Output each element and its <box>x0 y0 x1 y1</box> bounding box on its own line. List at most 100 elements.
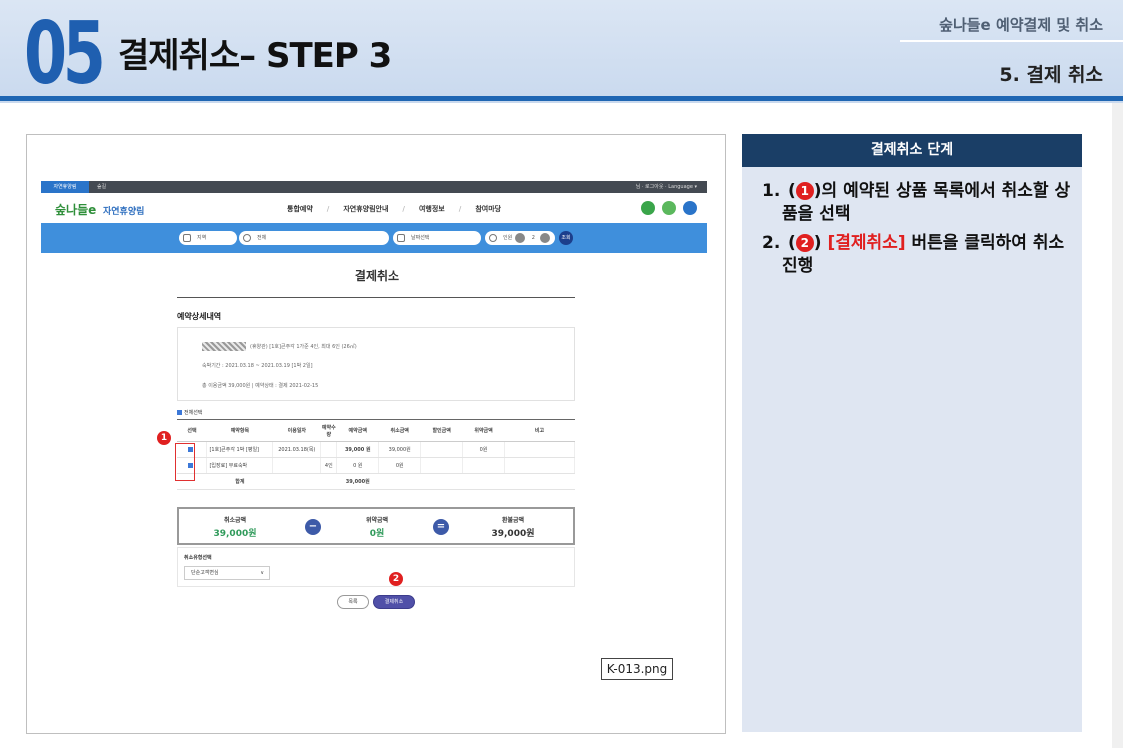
panel-title: 결제취소 단계 <box>742 134 1082 167</box>
cell-empty <box>320 473 337 490</box>
info-room-text: (휴양관) [1호]큰주각 1가준 4인, 최대 6인 (26㎡) <box>250 344 357 350</box>
header-divider <box>900 40 1123 42</box>
penalty-amount-label: 위약금액 <box>365 517 389 524</box>
cancel-amount-value: 39,000원 <box>213 529 257 539</box>
cell-cancel: 39,000원 <box>378 441 422 458</box>
step-number-2: 2. <box>762 233 781 253</box>
cell-empty <box>420 473 463 490</box>
step-marker-1: 1 <box>795 182 814 200</box>
col-header: 예약항목 <box>206 419 273 442</box>
forest-icon <box>243 234 251 242</box>
cell-amount: 0 원 <box>336 457 380 474</box>
checkbox-icon <box>177 410 182 415</box>
table-total-row: 합계 39,000원 <box>177 473 575 490</box>
list-button[interactable]: 목록 <box>337 595 369 609</box>
refund-amount-value: 39,000원 <box>491 529 535 539</box>
people-plus-button[interactable] <box>540 233 550 243</box>
nav-item-community[interactable]: 참여마당 <box>475 205 501 213</box>
col-header: 선택 <box>177 419 207 442</box>
instruction-panel: 결제취소 단계 1. (1)의 예약된 상품 목록에서 취소할 상품을 선택 2… <box>742 134 1082 732</box>
filename-label: K-013.png <box>601 658 673 680</box>
info-amount: 총 이용금액 39,000원 | 예약상태 : 결제 2021-02-15 <box>202 383 319 389</box>
pay-cancel-highlight: [결제취소] <box>827 233 906 253</box>
table-header-row: 선택 예약항목 이용일자 예약수량 예약금액 취소금액 할인금액 위약금액 비고 <box>177 419 575 442</box>
calendar-icon <box>397 234 405 242</box>
pay-cancel-button[interactable]: 결제취소 <box>373 595 415 609</box>
cell-empty <box>462 473 505 490</box>
topbar-user-menu[interactable]: 님 · 로그아웃 · Language ▾ <box>636 181 697 193</box>
site-nav: 숲나들e 자연휴양림 통합예약 / 자연휴양림안내 / 여행정보 / 참여마당 <box>41 195 707 223</box>
cell-discount <box>420 457 464 474</box>
cell-date <box>272 457 322 474</box>
highlight-box-checkboxes <box>175 443 195 481</box>
people-label: 인원 <box>503 235 513 241</box>
scrollbar[interactable] <box>1112 103 1123 748</box>
cancel-type-box: 취소유형선택 단순고객변심 ∨ <box>177 547 575 587</box>
col-header: 예약수량 <box>320 419 337 442</box>
breadcrumb-section: 숲나들e 예약결제 및 취소 <box>939 16 1103 34</box>
marker-two: 2 <box>389 572 403 586</box>
refund-amount: 환불금액 39,000원 <box>473 515 553 539</box>
site-topbar: 자연휴양림 숲길 님 · 로그아웃 · Language ▾ <box>41 181 707 193</box>
nav-item-forest-info[interactable]: 자연휴양림안내 <box>343 205 388 213</box>
penalty-amount: 위약금액 0원 <box>337 515 417 539</box>
slide-header: 05 결제취소– STEP 3 숲나들e 예약결제 및 취소 5. 결제 취소 <box>0 0 1123 103</box>
people-minus-button[interactable] <box>515 233 525 243</box>
nav-item-reservation[interactable]: 통합예약 <box>287 205 313 213</box>
breadcrumb-subsection: 5. 결제 취소 <box>999 64 1103 86</box>
site-name[interactable]: 자연휴양림 <box>103 204 144 217</box>
nav-separator: / <box>326 205 330 213</box>
col-header: 위약금액 <box>462 419 505 442</box>
cell-qty: 4인 <box>320 457 338 474</box>
cancel-type-label: 취소유형선택 <box>184 555 212 561</box>
cancel-amount: 취소금액 39,000원 <box>195 515 275 539</box>
marker-one: 1 <box>157 431 171 445</box>
search-submit-button[interactable]: 조회 <box>559 231 573 245</box>
cell-item: [입장료] 무료숙박 <box>206 457 274 474</box>
minus-icon: − <box>305 519 321 535</box>
nav-item-travel[interactable]: 여행정보 <box>419 205 445 213</box>
col-header: 비고 <box>504 419 575 442</box>
step-item-2: 2. (2) [결제취소] 버튼을 클릭하여 취소 진행 <box>762 232 1072 278</box>
cancel-type-select[interactable]: 단순고객변심 ∨ <box>184 566 270 580</box>
map-icon <box>183 234 191 242</box>
detail-title: 예약상세내역 <box>177 312 222 321</box>
select-all-checkbox[interactable]: 전체선택 <box>177 409 202 416</box>
cell-penalty: 0원 <box>462 441 506 458</box>
step-text-2: 버튼을 클릭하여 취소 진행 <box>782 233 1065 276</box>
region-select[interactable]: 지역 <box>179 231 237 245</box>
paren-open: ( <box>788 233 796 253</box>
nav-separator: / <box>402 205 405 213</box>
select-all-label: 전체선택 <box>184 410 203 416</box>
refund-calculation-box: 취소금액 39,000원 − 위약금액 0원 = 환불금액 39,000원 <box>177 507 575 545</box>
cell-amount: 39,000 원 <box>336 441 380 458</box>
cell-item: [1호]큰주각 1박 [평일] <box>206 441 274 458</box>
step-number-1: 1. <box>762 181 781 201</box>
forest-label: 전체 <box>257 235 267 241</box>
total-value: 39,000원 <box>336 473 379 490</box>
grid-menu-icon[interactable] <box>683 201 697 215</box>
search-icon[interactable] <box>640 201 655 215</box>
page: 05 결제취소– STEP 3 숲나들e 예약결제 및 취소 5. 결제 취소 … <box>0 0 1123 748</box>
nav-menu: 통합예약 / 자연휴양림안내 / 여행정보 / 참여마당 <box>287 204 501 214</box>
cell-qty <box>320 441 338 458</box>
col-header: 할인금액 <box>420 419 463 442</box>
step-list: 1. (1)의 예약된 상품 목록에서 취소할 상품을 선택 2. (2) [결… <box>762 180 1072 284</box>
people-count: 2 <box>531 235 535 241</box>
total-label: 합계 <box>206 473 273 490</box>
equals-icon: = <box>433 519 449 535</box>
cell-penalty <box>462 457 506 474</box>
topbar-tab-trail[interactable]: 숲길 <box>97 181 127 193</box>
cell-empty <box>378 473 421 490</box>
step-number: 05 <box>24 4 106 104</box>
reservation-items-table: 선택 예약항목 이용일자 예약수량 예약금액 취소금액 할인금액 위약금액 비고… <box>177 419 575 490</box>
cell-empty <box>272 473 321 490</box>
topbar-tab-forest[interactable]: 자연휴양림 <box>41 181 89 193</box>
forest-select[interactable]: 전체 <box>239 231 389 245</box>
chevron-down-icon: ∨ <box>260 570 264 576</box>
mypage-icon[interactable] <box>661 201 676 215</box>
date-select[interactable]: 날짜선택 <box>393 231 481 245</box>
site-logo[interactable]: 숲나들e <box>55 201 96 218</box>
cell-date: 2021.03.18(목) <box>272 441 322 458</box>
page-heading: 결제취소 <box>354 269 400 283</box>
